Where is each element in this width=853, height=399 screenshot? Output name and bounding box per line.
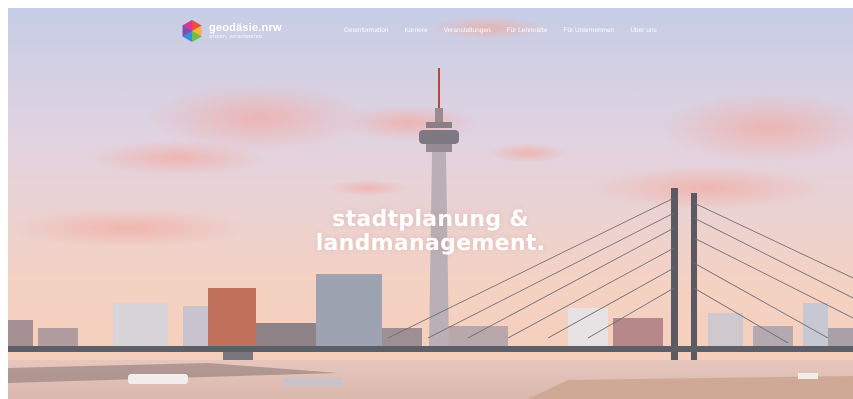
nav-item-veranstaltungen[interactable]: Veranstaltungen (444, 27, 491, 34)
hero-frame: geodäsie.nrw wissen. verantworten. Geoin… (8, 8, 853, 399)
nav-item-karriere[interactable]: Karriere (404, 27, 427, 34)
hero-headline-line-1: stadtplanung & (332, 207, 529, 232)
hexagon-logo-icon (182, 20, 202, 42)
nav-item-geoinformation[interactable]: Geoinformation (344, 27, 388, 34)
hero-headline: stadtplanung & landmanagement. (8, 208, 853, 256)
brand-tagline: wissen. verantworten. (209, 33, 264, 40)
nav-item-fuer-unternehmen[interactable]: Für Unternehmen (563, 27, 614, 34)
hero-headline-line-2: landmanagement. (315, 231, 546, 256)
brand-name: geodäsie.nrw (209, 21, 282, 34)
brand-logo-link[interactable]: geodäsie.nrw wissen. verantworten. (180, 19, 282, 43)
hero-background-image (8, 8, 853, 399)
nav-item-ueber-uns[interactable]: Über uns (630, 27, 656, 34)
main-navigation: Geoinformation Karriere Veranstaltungen … (344, 27, 657, 34)
top-navigation-bar: geodäsie.nrw wissen. verantworten. Geoin… (8, 8, 853, 56)
nav-item-fuer-lehrkraefte[interactable]: Für Lehrkräfte (507, 27, 548, 34)
